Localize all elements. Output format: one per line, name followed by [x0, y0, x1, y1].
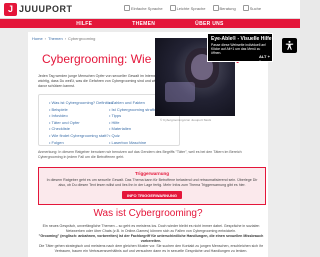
breadcrumb-separator: ›	[64, 36, 67, 41]
logo-text: JUUUPORT	[19, 4, 73, 14]
section-definition: "Grooming" (englisch: anbahnen, vorberei…	[38, 234, 264, 243]
section-paragraph: Ein neues Gespräch, unverfängliche Theme…	[42, 224, 260, 233]
accessibility-icon	[285, 40, 294, 50]
toc-link[interactable]: Tipps	[109, 113, 161, 118]
toc-link[interactable]: Zahlen und Fakten	[109, 100, 161, 105]
trigger-warning-button[interactable]: INFO TRIGGERWARNUNG	[122, 191, 182, 199]
trigger-warning-box: Triggerwarnung In diesem Ratgeber geht e…	[38, 167, 266, 205]
nav-item-ueber-uns[interactable]: ÜBER UNS	[195, 21, 224, 27]
toc-column-right: Zahlen und Fakten Ist Cybergrooming stra…	[109, 100, 161, 145]
breadcrumb-home[interactable]: Home	[32, 36, 43, 41]
breadcrumb-themen[interactable]: Themen	[48, 36, 63, 41]
breadcrumb-separator: ›	[44, 36, 47, 41]
hero-caption: © Cybergrooming-Icon Juuuport Stock	[160, 118, 212, 122]
toc-link[interactable]: Ist Cybergrooming strafbar?	[109, 107, 162, 112]
page: J JUUUPORT Einfache Sprache Leichte Spra…	[0, 0, 300, 257]
toc-link[interactable]: Quiz	[109, 133, 161, 138]
toc-link[interactable]: Checkliste	[49, 126, 113, 131]
language-icon	[124, 5, 130, 11]
hero-screen-glow	[165, 82, 195, 102]
breadcrumb: Home › Themen › Cybergrooming	[32, 36, 95, 41]
accessibility-button[interactable]	[282, 38, 297, 53]
top-links: Einfache Sprache Leichte Sprache Beratun…	[124, 5, 261, 11]
trigger-warning-text: In diesem Ratgeber geht es um sexuelle G…	[46, 178, 258, 187]
search-icon	[242, 5, 249, 11]
nav-item-themen[interactable]: THEMEN	[132, 21, 155, 27]
toc-column-left: Was ist Cybergrooming? Definition Beispi…	[49, 100, 113, 145]
section-title: Was ist Cybergrooming?	[93, 208, 203, 219]
toc-link[interactable]: Laserbox Maschine	[109, 140, 161, 145]
logo-mark: J	[4, 2, 17, 16]
main-nav: HILFE THEMEN ÜBER UNS	[0, 19, 300, 28]
toc-link[interactable]: Materialien	[109, 126, 161, 131]
trigger-warning-title: Triggerwarnung	[134, 171, 169, 176]
section-paragraph-2: Die Täter gehen strategisch und meistens…	[38, 244, 264, 253]
toc-link[interactable]: Wie findet Cybergrooming statt?	[49, 133, 113, 138]
top-link-beratung[interactable]: Beratung	[212, 5, 236, 11]
eyeable-shortcut: ALT + 1	[259, 54, 270, 64]
breadcrumb-current: Cybergrooming	[68, 36, 96, 41]
toc-link[interactable]: Hilfe	[109, 120, 161, 125]
gender-note: Anmerkung: In diesem Ratgeber benutzen w…	[38, 150, 242, 159]
chat-icon	[212, 5, 219, 11]
top-link-einfache-sprache[interactable]: Einfache Sprache	[124, 5, 163, 11]
eyeable-title: Eye-Able® - Visuelle Hilfe	[211, 36, 272, 42]
toc-link[interactable]: Was ist Cybergrooming? Definition	[49, 100, 113, 105]
nav-item-hilfe[interactable]: HILFE	[76, 21, 92, 27]
toc-link[interactable]: Folgen	[49, 140, 113, 145]
top-bar: J JUUUPORT Einfache Sprache Leichte Spra…	[0, 0, 300, 19]
logo[interactable]: J JUUUPORT	[4, 2, 73, 16]
toc-link[interactable]: Infovideo	[49, 113, 113, 118]
toc-link[interactable]: Beispiele	[49, 107, 113, 112]
top-link-leichte-sprache[interactable]: Leichte Sprache	[169, 5, 206, 11]
eyeable-tooltip: Eye-Able® - Visuelle Hilfe Passe diese W…	[207, 33, 273, 64]
toc-link[interactable]: Täter und Opfer	[49, 120, 113, 125]
section-text: Ein neues Gespräch, unverfängliche Theme…	[38, 224, 264, 254]
language-icon	[169, 5, 176, 11]
top-link-suche[interactable]: Suche	[242, 5, 261, 11]
